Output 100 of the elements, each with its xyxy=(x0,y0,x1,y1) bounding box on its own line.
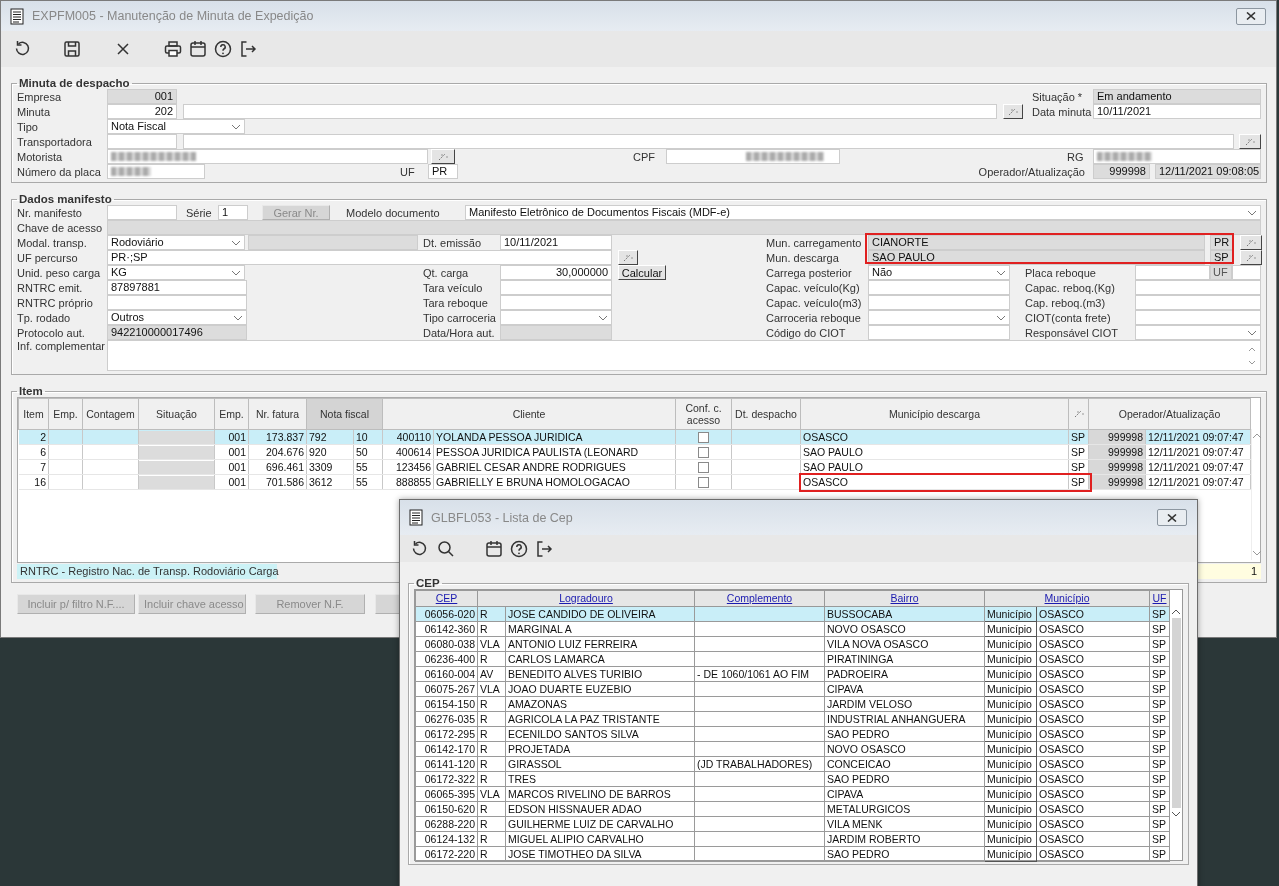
checkbox[interactable] xyxy=(698,432,709,444)
table-row[interactable]: 6 001 204.676 920 50 400614 PESSOA JURIDICA PAULISTA (LEONARD SAO PAULO SP 999998 12/11/2021 09:07:47 xyxy=(18,444,1251,460)
table-row[interactable]: 06142-170 R PROJETADA NOVO OSASCO Município OSASCO SP xyxy=(415,741,1170,757)
save-icon[interactable] xyxy=(62,39,82,59)
print-icon[interactable] xyxy=(163,39,183,59)
column-header[interactable]: Situação xyxy=(138,398,215,430)
text-field[interactable] xyxy=(1135,265,1210,280)
text-field[interactable] xyxy=(248,235,418,250)
text-field[interactable]: 10/11/2021 xyxy=(500,235,612,250)
column-header[interactable]: UF xyxy=(1149,590,1170,607)
text-field[interactable] xyxy=(107,220,1261,235)
table-row[interactable]: 06276-035 R AGRICOLA LA PAZ TRISTANTE INDUSTRIAL ANHANGUERA Município OSASCO SP xyxy=(415,711,1170,727)
text-field[interactable] xyxy=(1093,149,1261,164)
help-icon[interactable] xyxy=(213,39,233,59)
text-field[interactable]: PR·;SP xyxy=(107,250,612,265)
table-row[interactable]: 16 001 701.586 3612 55 888855 GABRIELLY E BRUNA HOMOLOGACAO OSASCO SP 999998 12/11/2021 09:07:47 xyxy=(18,474,1251,490)
table-row[interactable]: 06172-322 R TRES SAO PEDRO Município OSASCO SP xyxy=(415,771,1170,787)
lookup-button[interactable] xyxy=(1240,235,1262,250)
table-row[interactable]: 06080-038 VLA ANTONIO LUIZ FERREIRA VILA NOVA OSASCO Município OSASCO SP xyxy=(415,636,1170,652)
text-field[interactable]: 001 xyxy=(107,89,177,104)
exit-icon[interactable] xyxy=(534,538,554,559)
help-icon[interactable] xyxy=(509,538,529,559)
table-row[interactable]: 06160-004 AV BENEDITO ALVES TURIBIO - DE 1060/1061 AO FIM PADROEIRA Município OSASCO SP xyxy=(415,666,1170,682)
text-field[interactable] xyxy=(1135,295,1261,310)
column-header[interactable]: Município descarga xyxy=(800,398,1069,430)
column-header[interactable]: Município xyxy=(984,590,1150,607)
select-field[interactable]: Outros xyxy=(107,310,247,325)
close-button[interactable] xyxy=(1157,509,1187,526)
text-field[interactable] xyxy=(868,295,1010,310)
text-field[interactable]: PR xyxy=(1210,235,1233,250)
column-header[interactable]: Cliente xyxy=(382,398,676,430)
lookup-button[interactable] xyxy=(431,149,455,164)
text-field[interactable]: CIANORTE xyxy=(868,235,1205,250)
text-field[interactable] xyxy=(183,134,1234,149)
table-row[interactable]: 06172-220 R JOSE TIMOTHEO DA SILVA SAO PEDRO Município OSASCO SP xyxy=(415,846,1170,862)
checkbox[interactable] xyxy=(698,477,709,489)
checkbox[interactable] xyxy=(698,462,709,474)
table-row[interactable]: 06172-295 R ECENILDO SANTOS SILVA SAO PEDRO Município OSASCO SP xyxy=(415,726,1170,742)
text-field[interactable] xyxy=(666,149,840,164)
text-field[interactable]: 999998 xyxy=(1093,164,1150,179)
text-field[interactable]: PR xyxy=(428,164,458,179)
text-field[interactable]: 202 xyxy=(107,104,177,119)
checkbox[interactable] xyxy=(698,447,709,459)
table-row[interactable]: 06236-400 R CARLOS LAMARCA PIRATININGA Município OSASCO SP xyxy=(415,651,1170,667)
text-field[interactable] xyxy=(1135,310,1261,325)
select-field[interactable]: Manifesto Eletrônico de Documentos Fiscais (MDF-e) xyxy=(465,205,1261,220)
text-field[interactable]: 1 xyxy=(218,205,248,220)
text-field[interactable]: 10/11/2021 xyxy=(1093,104,1261,119)
select-field[interactable]: Nota Fiscal xyxy=(107,119,245,134)
text-field[interactable] xyxy=(500,295,612,310)
table-row[interactable]: 06288-220 R GUILHERME LUIZ DE CARVALHO VILA MENK Município OSASCO SP xyxy=(415,816,1170,832)
text-field[interactable]: 942210000017496 xyxy=(107,325,247,340)
text-field[interactable] xyxy=(500,280,612,295)
table-row[interactable]: 06065-395 VLA MARCOS RIVELINO DE BARROS CIPAVA Município OSASCO SP xyxy=(415,786,1170,802)
text-area[interactable] xyxy=(107,340,1261,371)
close-button[interactable] xyxy=(1236,7,1266,25)
lookup-button[interactable] xyxy=(1003,104,1023,119)
calendar-icon[interactable] xyxy=(188,39,208,59)
select-field[interactable] xyxy=(1135,325,1261,340)
select-field[interactable] xyxy=(868,310,1010,325)
text-field[interactable] xyxy=(107,134,177,149)
calendar-icon[interactable] xyxy=(484,538,504,559)
text-field[interactable] xyxy=(1135,280,1261,295)
column-header[interactable]: Complemento xyxy=(694,590,825,607)
column-header[interactable]: Bairro xyxy=(824,590,985,607)
column-header[interactable]: Contagem xyxy=(82,398,139,430)
text-field[interactable] xyxy=(868,280,1010,295)
table-row[interactable]: 2 001 173.837 792 10 400110 YOLANDA PESSOA JURIDICA OSASCO SP 999998 12/11/2021 09:07:47 xyxy=(18,429,1251,445)
text-field[interactable] xyxy=(107,164,205,179)
lookup-button[interactable] xyxy=(618,250,638,265)
select-field[interactable]: KG xyxy=(107,265,245,280)
text-field[interactable] xyxy=(107,295,247,310)
select-field[interactable]: Rodoviário xyxy=(107,235,245,250)
text-field[interactable] xyxy=(868,325,1010,340)
exit-icon[interactable] xyxy=(238,39,258,59)
table-row[interactable]: 06142-360 R MARGINAL A NOVO OSASCO Município OSASCO SP xyxy=(415,621,1170,637)
table-row[interactable]: 7 001 696.461 3309 55 123456 GABRIEL CESAR ANDRE RODRIGUES SAO PAULO SP 999998 12/11/2021 09:07:47 xyxy=(18,459,1251,475)
search-icon[interactable] xyxy=(436,538,456,559)
table-row[interactable]: 06150-620 R EDSON HISSNAUER ADAO METALURGICOS Município OSASCO SP xyxy=(415,801,1170,817)
text-field[interactable] xyxy=(500,325,612,340)
column-header[interactable]: Conf. c. acesso xyxy=(675,398,732,430)
column-header[interactable]: Emp. xyxy=(214,398,249,430)
text-field[interactable] xyxy=(1232,265,1261,280)
table-row[interactable]: 06075-267 VLA JOAO DUARTE EUZEBIO CIPAVA Município OSASCO SP xyxy=(415,681,1170,697)
column-header[interactable]: CEP xyxy=(415,590,478,607)
select-field[interactable]: Não xyxy=(868,265,1010,280)
column-header[interactable]: Logradouro xyxy=(477,590,695,607)
column-header[interactable]: Item xyxy=(18,398,49,430)
text-field[interactable]: 30,000000 xyxy=(500,265,612,280)
text-field[interactable]: 87897881 xyxy=(107,280,247,295)
text-field[interactable] xyxy=(107,205,177,220)
text-field[interactable] xyxy=(107,149,428,164)
column-header[interactable] xyxy=(1068,398,1089,430)
column-header[interactable]: Nr. fatura xyxy=(248,398,307,430)
table-row[interactable]: 06056-020 R JOSE CANDIDO DE OLIVEIRA BUSSOCABA Município OSASCO SP xyxy=(415,606,1170,622)
select-field[interactable] xyxy=(500,310,612,325)
column-header[interactable]: Operador/Atualização xyxy=(1088,398,1251,430)
column-header[interactable]: Emp. xyxy=(48,398,83,430)
lookup-button[interactable] xyxy=(1239,134,1261,149)
table-row[interactable]: 06124-132 R MIGUEL ALIPIO CARVALHO JARDIM ROBERTO Município OSASCO SP xyxy=(415,831,1170,847)
